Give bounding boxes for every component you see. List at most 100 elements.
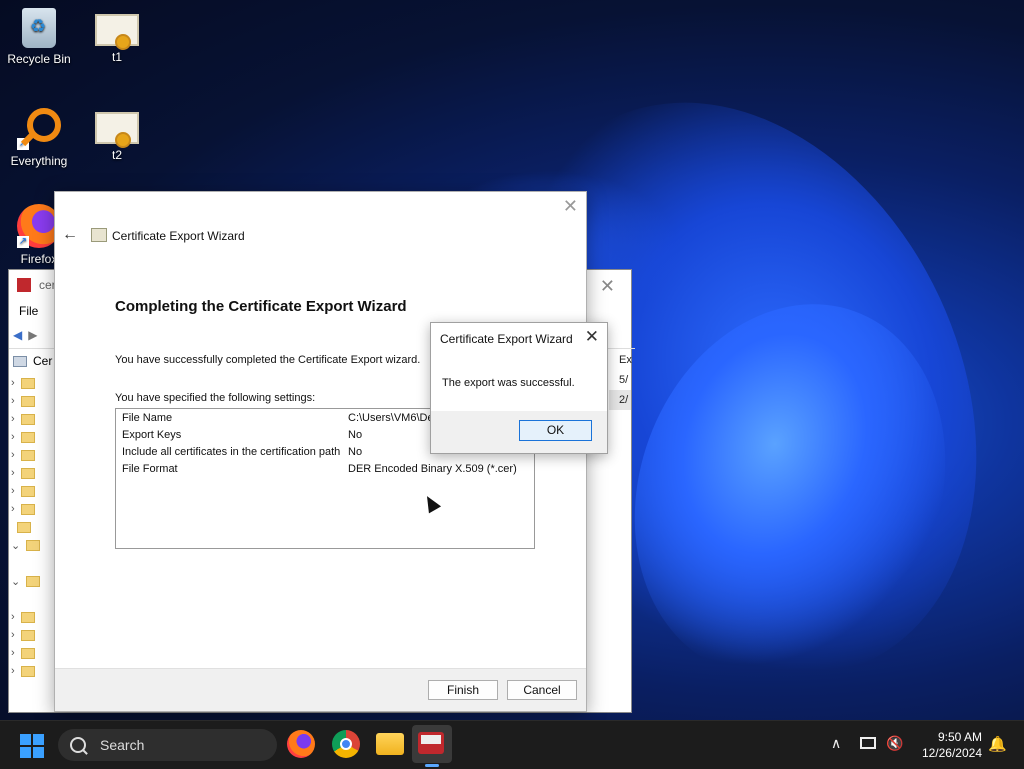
tree-item[interactable]: › [11,482,55,500]
search-icon [70,737,86,753]
desktop-icon-t2[interactable]: t2 [81,106,153,162]
folder-icon [20,449,35,461]
folder-icon [17,521,31,533]
clock-date: 12/26/2024 [921,746,982,760]
clock-time: 9:50 AM [937,730,982,744]
back-arrow-icon[interactable]: ← [62,226,78,244]
mmc-list-column: Ex 5/ 2/ [609,350,632,410]
desktop-icon-everything[interactable]: ↗ Everything [3,106,75,168]
settings-value: C:\Users\VM6\De [348,412,434,424]
tree-item[interactable]: › [11,500,55,518]
mmc-tree: › › › › › › › › ⌄ ⌄ › › › › [11,374,55,680]
tree-root[interactable]: Cer [13,354,52,368]
shortcut-arrow-icon: ↗ [17,236,29,248]
message-box-text: The export was successful. [442,377,575,389]
settings-key: Include all certificates in the certific… [122,446,341,458]
certificate-wizard-icon [91,228,107,242]
tree-item[interactable]: ⌄ [11,572,55,590]
settings-value: DER Encoded Binary X.509 (*.cer) [348,463,517,475]
taskbar-firefox-icon[interactable] [287,730,315,758]
console-root-icon [13,355,27,367]
tree-item[interactable]: › [11,374,55,392]
forward-arrow-icon[interactable]: ▶ [28,328,37,342]
cancel-button[interactable]: Cancel [507,680,577,700]
tree-item[interactable]: › [11,428,55,446]
folder-icon [20,485,35,497]
tree-item[interactable]: › [11,626,55,644]
settings-key: Export Keys [122,429,182,441]
tree-item[interactable]: › [11,644,55,662]
finish-button[interactable]: Finish [428,680,498,700]
everything-search-icon: ↗ [17,106,61,150]
tree-item[interactable]: ⌄ [11,536,55,554]
tree-item[interactable]: › [11,410,55,428]
taskbar-chrome-icon[interactable] [332,730,360,758]
mmc-app-icon [17,278,31,292]
windows-logo-icon [20,734,31,745]
folder-icon [26,539,41,551]
volume-muted-icon[interactable]: 🔇 [886,735,903,752]
folder-icon [20,431,35,443]
desktop-icon-label: Recycle Bin [7,52,71,66]
list-cell[interactable]: 5/ [609,370,631,390]
tree-item[interactable]: › [11,464,55,482]
list-header[interactable]: Ex [609,350,632,370]
certificate-icon [95,112,139,148]
message-box-title: Certificate Export Wizard [440,332,573,346]
search-label: Search [100,737,145,753]
close-icon[interactable]: ✕ [563,196,578,217]
folder-icon [20,503,35,515]
network-icon[interactable] [860,737,876,749]
export-success-message-box: Certificate Export Wizard ✕ The export w… [430,322,608,454]
folder-icon [20,611,35,623]
settings-key: File Name [122,412,173,424]
list-cell[interactable]: 2/ [609,390,631,410]
folder-icon [20,665,35,677]
folder-icon [20,413,35,425]
settings-key: File Format [122,463,178,475]
close-icon[interactable]: ✕ [585,327,599,347]
show-hidden-icons-chevron-icon[interactable]: ∧ [831,735,841,752]
folder-icon [20,377,35,389]
folder-icon [26,575,41,587]
mmc-close-button[interactable]: ✕ [600,276,615,297]
desktop-icon-recycle-bin[interactable]: Recycle Bin [3,8,75,66]
taskbar-clock[interactable]: 9:50 AM 12/26/2024 [912,729,982,761]
start-button[interactable] [20,734,44,758]
ok-button[interactable]: OK [519,420,592,441]
wizard-settings-intro: You have specified the following setting… [115,392,316,404]
desktop-icon-label: t1 [111,50,122,64]
taskbar: Search ∧ 🔇 9:50 AM 12/26/2024 🔔 [0,720,1024,769]
tree-item[interactable] [11,590,55,608]
wizard-footer: Finish Cancel [55,668,586,711]
taskbar-search-box[interactable]: Search [58,729,277,761]
settings-value: No [348,446,363,458]
taskbar-file-explorer-icon[interactable] [376,733,404,755]
shortcut-arrow-icon: ↗ [17,138,29,150]
folder-icon [20,395,35,407]
certificate-icon [95,14,139,50]
desktop-icon-label: Everything [10,154,68,168]
back-arrow-icon[interactable]: ◀ [13,328,22,342]
tree-item[interactable]: › [11,392,55,410]
desktop-icon-label: t2 [111,148,122,162]
tree-item[interactable] [11,518,55,536]
recycle-bin-icon [22,8,56,48]
notification-bell-icon[interactable]: 🔔 [988,735,1007,753]
wizard-success-text: You have successfully completed the Cert… [115,354,421,366]
desktop-icon-t1[interactable]: t1 [81,8,153,64]
menu-file[interactable]: File [19,304,38,318]
message-box-footer: OK [431,411,607,453]
tree-item[interactable]: › [11,662,55,680]
settings-value: No [348,429,363,441]
folder-icon [20,467,35,479]
mmc-app-icon [418,732,444,754]
folder-icon [20,629,35,641]
tree-item[interactable]: › [11,608,55,626]
folder-icon [20,647,35,659]
tree-item[interactable]: › [11,446,55,464]
tree-item[interactable] [11,554,55,572]
wizard-title: Certificate Export Wizard [112,229,245,243]
wizard-heading: Completing the Certificate Export Wizard [115,298,407,315]
settings-row: File Format DER Encoded Binary X.509 (*.… [116,463,534,480]
